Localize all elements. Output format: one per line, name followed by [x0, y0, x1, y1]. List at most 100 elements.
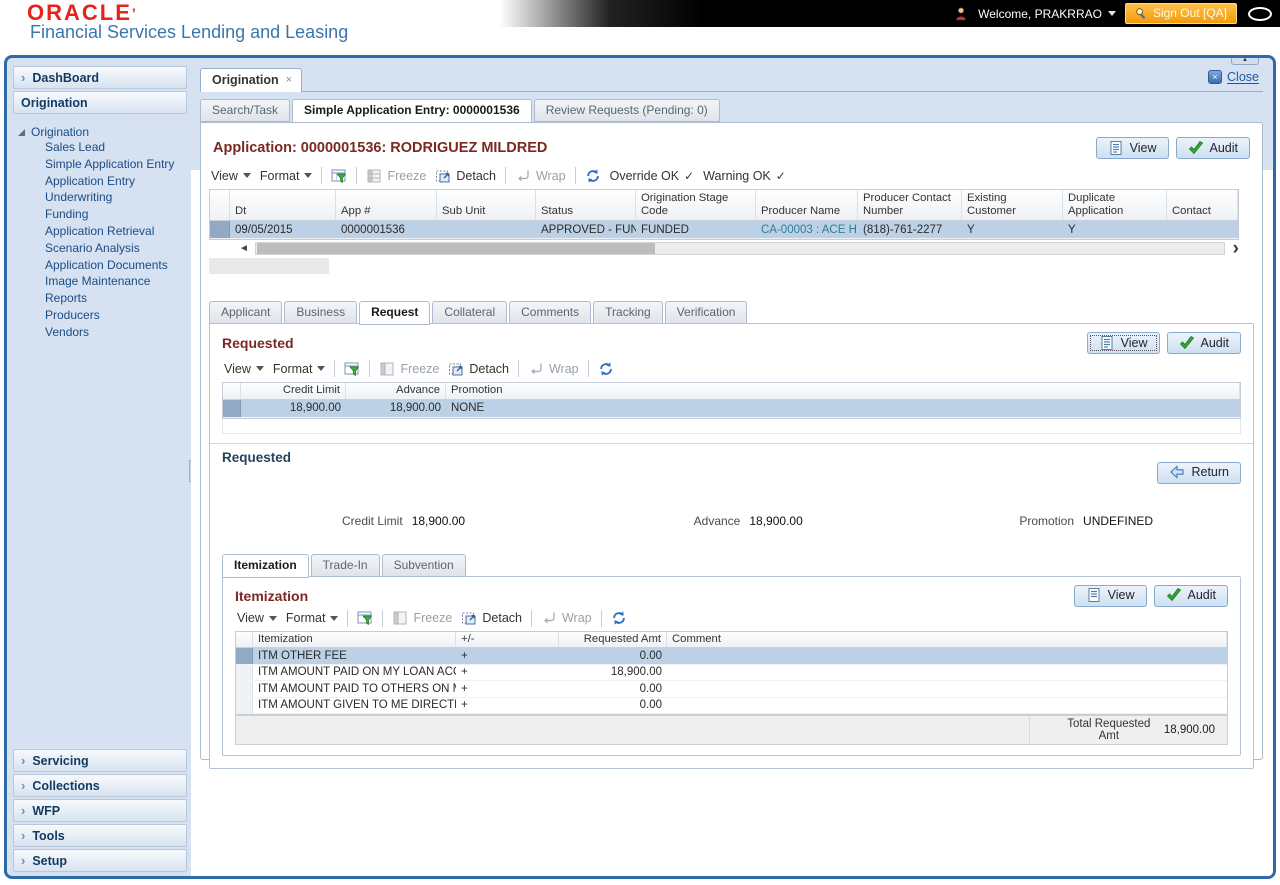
- requested-table-header: Credit Limit Advance Promotion: [223, 383, 1240, 400]
- user-icon: [956, 7, 966, 20]
- tab-itemization[interactable]: Itemization: [222, 553, 309, 578]
- tree-item-underwriting[interactable]: Underwriting: [18, 189, 187, 206]
- accordion-label: Origination: [21, 95, 88, 110]
- scroll-left-arrow[interactable]: ◄: [209, 243, 255, 254]
- scroll-next-arrow[interactable]: ›: [1225, 239, 1239, 258]
- audit-button[interactable]: Audit: [1153, 584, 1228, 607]
- refresh-icon[interactable]: [598, 361, 614, 377]
- tree-item-application-retrieval[interactable]: Application Retrieval: [18, 223, 187, 240]
- warning-ok-toggle[interactable]: Warning OK ✓: [703, 169, 786, 183]
- query-by-example-icon[interactable]: [331, 168, 347, 184]
- itemization-row[interactable]: ITM AMOUNT GIVEN TO ME DIRECTLY + 0.00: [236, 697, 1227, 714]
- view-button[interactable]: View: [1073, 584, 1147, 607]
- section-divider: [210, 442, 1253, 444]
- itemization-row[interactable]: ITM AMOUNT PAID TO OTHERS ON M... + 0.00: [236, 681, 1227, 698]
- sidebar-item-tools[interactable]: › Tools: [13, 824, 187, 847]
- welcome-label: Welcome, PRAKRRAO: [978, 6, 1102, 21]
- toolbar-separator: [334, 360, 336, 377]
- return-button[interactable]: Return: [1157, 461, 1241, 484]
- sidebar-item-origination[interactable]: Origination: [13, 91, 187, 114]
- refresh-icon[interactable]: [611, 610, 627, 626]
- close-label: Close: [1227, 70, 1259, 84]
- query-by-example-icon[interactable]: [344, 361, 360, 377]
- close-button[interactable]: × Close: [1208, 70, 1263, 91]
- requested-table-row[interactable]: 18,900.00 18,900.00 NONE: [223, 399, 1240, 418]
- tab-verification[interactable]: Verification: [664, 301, 748, 324]
- tree-item-simple-application-entry[interactable]: Simple Application Entry: [18, 156, 187, 173]
- return-button-label: Return: [1191, 465, 1229, 479]
- tree-node-origination[interactable]: Origination: [18, 125, 187, 139]
- tree-item-scenario-analysis[interactable]: Scenario Analysis: [18, 240, 187, 257]
- scrollbar-track[interactable]: [254, 242, 1225, 255]
- tab-request[interactable]: Request: [359, 301, 431, 325]
- tab-search-task[interactable]: Search/Task: [200, 99, 291, 122]
- tab-review-requests[interactable]: Review Requests (Pending: 0): [533, 99, 720, 122]
- tree-item-producers[interactable]: Producers: [18, 307, 187, 324]
- tree-item-image-maintenance[interactable]: Image Maintenance: [18, 273, 187, 290]
- sidebar-item-setup[interactable]: › Setup: [13, 849, 187, 872]
- tab-collateral[interactable]: Collateral: [432, 301, 508, 324]
- view-menu[interactable]: View: [237, 611, 277, 625]
- cell-existing-customer: Y: [967, 223, 975, 236]
- query-by-example-icon[interactable]: [357, 610, 373, 626]
- row-gutter: [236, 648, 253, 664]
- wrap-icon: [530, 363, 542, 374]
- tab-origination[interactable]: Origination ×: [200, 68, 303, 92]
- total-requested-amt-label: Total Requested Amt: [1067, 717, 1151, 743]
- tab-close-icon[interactable]: ×: [286, 74, 292, 86]
- application-table-row[interactable]: 09/05/2015 0000001536 APPROVED - FUN... …: [210, 221, 1238, 239]
- view-button[interactable]: View: [1095, 137, 1169, 159]
- tab-trade-in[interactable]: Trade-In: [310, 553, 380, 577]
- column-header-producer-contact: Producer Contact Number: [858, 190, 962, 220]
- welcome-user-menu[interactable]: Welcome, PRAKRRAO: [978, 7, 1116, 21]
- tab-business[interactable]: Business: [284, 301, 358, 324]
- tree-item-sales-lead[interactable]: Sales Lead: [18, 139, 187, 156]
- override-ok-toggle[interactable]: Override OK ✓: [610, 169, 695, 183]
- oracle-oval-icon[interactable]: [1248, 6, 1272, 21]
- field-value: 18,900.00: [411, 513, 466, 528]
- tree-item-reports[interactable]: Reports: [18, 290, 187, 307]
- tab-comments[interactable]: Comments: [509, 301, 592, 324]
- freeze-button: Freeze: [379, 361, 439, 377]
- tree-item-vendors[interactable]: Vendors: [18, 324, 187, 341]
- tab-subvention[interactable]: Subvention: [381, 553, 466, 577]
- tree-item-application-documents[interactable]: Application Documents: [18, 257, 187, 274]
- view-menu[interactable]: View: [211, 169, 251, 183]
- tree-item-application-entry[interactable]: Application Entry: [18, 173, 187, 190]
- tree-expanded-icon[interactable]: [18, 128, 25, 136]
- topbar-right-band: Welcome, PRAKRRAO Sign Out [QA]: [500, 0, 1280, 27]
- total-requested-amt-value: 18,900.00: [1163, 724, 1215, 736]
- format-menu[interactable]: Format: [273, 362, 326, 376]
- format-menu[interactable]: Format: [286, 611, 339, 625]
- itemization-row[interactable]: ITM AMOUNT PAID ON MY LOAN ACC... + 18,9…: [236, 664, 1227, 681]
- detach-button[interactable]: Detach: [461, 610, 522, 626]
- collapse-pane-arrow[interactable]: ▲: [1231, 58, 1259, 65]
- sidebar-item-wfp[interactable]: › WFP: [13, 799, 187, 822]
- tab-simple-application-entry[interactable]: Simple Application Entry: 0000001536: [292, 99, 532, 123]
- detach-button[interactable]: Detach: [435, 168, 496, 184]
- application-panel: Application: 0000001536: RODRIGUEZ MILDR…: [200, 122, 1263, 769]
- itemization-row[interactable]: ITM OTHER FEE + 0.00: [236, 648, 1227, 665]
- audit-button[interactable]: Audit: [1175, 137, 1250, 159]
- column-header-advance: Advance: [346, 383, 446, 399]
- format-menu[interactable]: Format: [260, 169, 313, 183]
- tab-tracking[interactable]: Tracking: [593, 301, 663, 324]
- wrap-button: Wrap: [541, 610, 592, 626]
- audit-button[interactable]: Audit: [1166, 332, 1241, 354]
- sidebar-item-servicing[interactable]: › Servicing: [13, 749, 187, 772]
- tab-applicant[interactable]: Applicant: [209, 301, 283, 324]
- chevron-down-icon: [304, 173, 313, 178]
- view-menu[interactable]: View: [224, 362, 264, 376]
- footer-total-cell: Total Requested Amt 18,900.00: [1030, 716, 1227, 744]
- sidebar-item-collections[interactable]: › Collections: [13, 774, 187, 797]
- column-header-sign: +/-: [456, 631, 559, 647]
- sign-out-button[interactable]: Sign Out [QA]: [1124, 3, 1237, 24]
- view-button[interactable]: View: [1086, 332, 1160, 354]
- refresh-icon[interactable]: [585, 168, 601, 184]
- scrollbar-thumb[interactable]: [256, 243, 655, 254]
- sidebar-item-dashboard[interactable]: › DashBoard: [13, 66, 187, 89]
- toolbar-separator: [382, 609, 384, 627]
- detach-button[interactable]: Detach: [448, 361, 509, 377]
- cell-app-no: 0000001536: [341, 223, 405, 236]
- tree-item-funding[interactable]: Funding: [18, 206, 187, 223]
